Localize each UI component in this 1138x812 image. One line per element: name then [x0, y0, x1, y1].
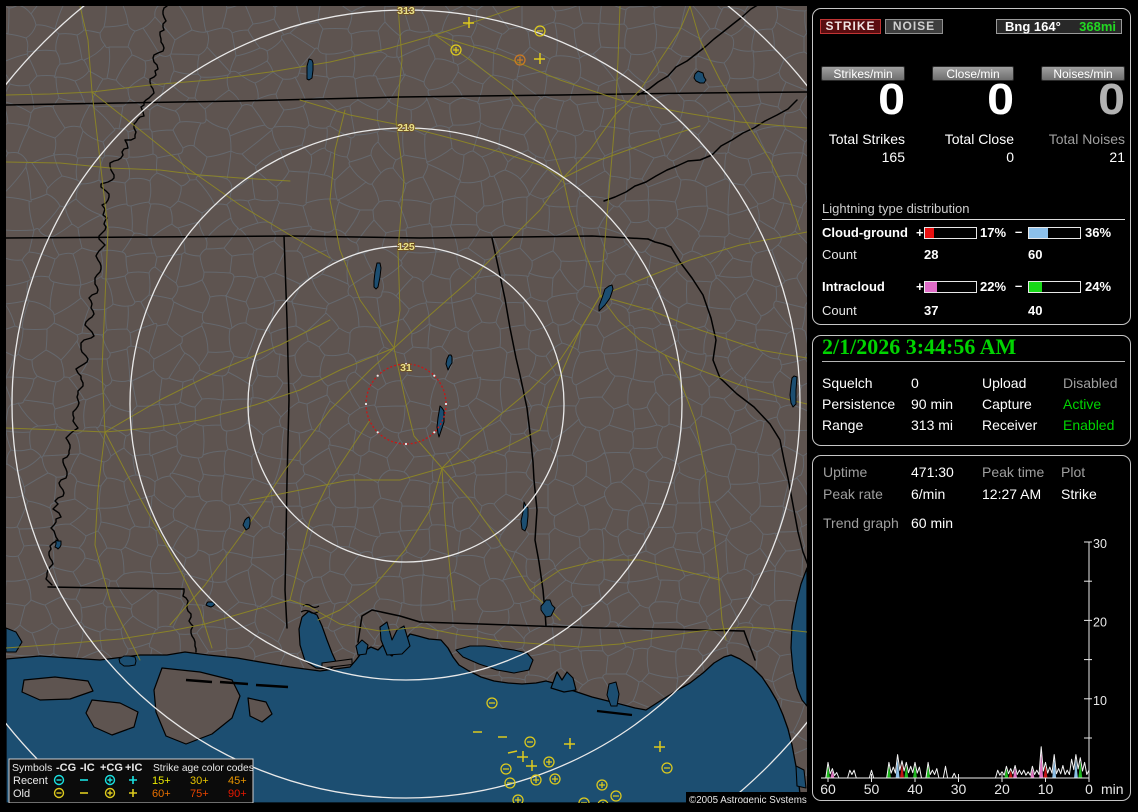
svg-text:-CG: -CG [56, 762, 76, 774]
svg-text:30+: 30+ [190, 775, 209, 787]
svg-text:©2005 Astrogenic Systems: ©2005 Astrogenic Systems [689, 795, 807, 803]
svg-text:313: 313 [397, 6, 415, 17]
svg-text:-IC: -IC [80, 762, 95, 774]
svg-text:Symbols: Symbols [12, 762, 52, 774]
svg-text:Recent: Recent [13, 775, 48, 787]
svg-text:+CG: +CG [100, 762, 123, 774]
svg-text:min: min [1101, 781, 1124, 797]
svg-text:10: 10 [1038, 781, 1054, 797]
svg-text:30: 30 [1093, 537, 1107, 551]
svg-text:30: 30 [951, 781, 967, 797]
svg-text:20: 20 [994, 781, 1010, 797]
svg-text:219: 219 [397, 122, 415, 134]
svg-text:20: 20 [1093, 615, 1107, 629]
svg-text:31: 31 [400, 362, 412, 374]
svg-text:+IC: +IC [125, 762, 142, 774]
svg-text:60+: 60+ [152, 788, 171, 800]
svg-text:Strike age color codes: Strike age color codes [153, 763, 254, 774]
svg-text:Old: Old [13, 788, 30, 800]
svg-text:90+: 90+ [228, 788, 247, 800]
svg-text:0: 0 [1085, 781, 1093, 797]
svg-text:75+: 75+ [190, 788, 209, 800]
svg-text:40: 40 [907, 781, 923, 797]
svg-text:60: 60 [820, 781, 836, 797]
svg-text:15+: 15+ [152, 775, 171, 787]
svg-text:10: 10 [1093, 694, 1107, 708]
svg-text:45+: 45+ [228, 775, 247, 787]
svg-text:50: 50 [864, 781, 880, 797]
svg-text:125: 125 [397, 241, 415, 253]
